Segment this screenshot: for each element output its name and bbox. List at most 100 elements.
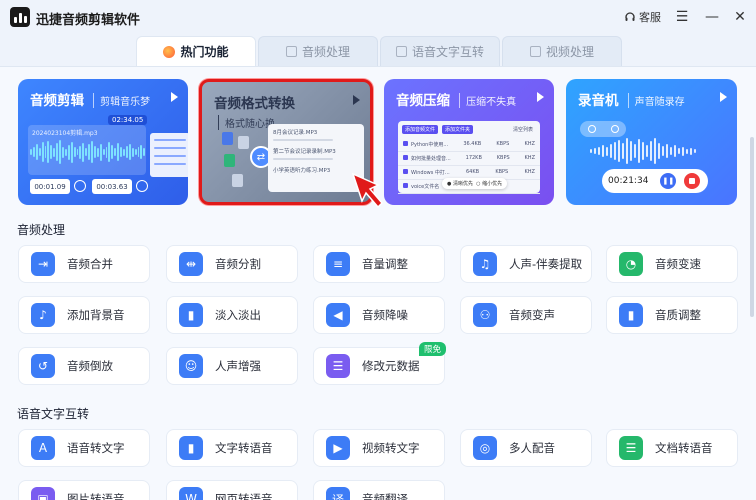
audio-edit-card[interactable]: 音频剪辑 剪辑音乐梦 2024023104剪辑.mp3 02:34.05 00:… [18, 79, 188, 205]
play-arrow-icon [353, 95, 360, 105]
format-convert-card[interactable]: 音频格式转换 格式随心换 ⇄ 8月会议记录.MP3 第二节会议记录录制.MP3 … [199, 79, 373, 205]
tool-label: 淡入淡出 [215, 308, 261, 322]
app-logo-icon [10, 7, 30, 27]
tool-0-5[interactable]: ♪ 添加背景音 [18, 296, 150, 334]
tab-label: 音频处理 [301, 45, 350, 59]
tool-0-10[interactable]: ↺ 音频倒放 [18, 347, 150, 385]
reverse-icon: ↺ [31, 354, 55, 378]
tool-label: 添加背景音 [67, 308, 125, 322]
image-icon: ▣ [31, 487, 55, 500]
tool-label: 音量调整 [362, 257, 408, 271]
tool-1-1[interactable]: ▮ 文字转语音 [166, 429, 298, 467]
tool-label: 修改元数据 [362, 359, 420, 373]
play-arrow-icon [720, 92, 727, 102]
recorder-settings [580, 121, 626, 137]
file-icon [222, 132, 233, 145]
title-bar: 迅捷音频剪辑软件 客服 ☰ — ✕ [0, 0, 756, 34]
list-item: 8月会议记录.MP3 [268, 124, 364, 143]
file-icon [238, 136, 249, 149]
minimize-button[interactable]: — [702, 7, 722, 27]
reset-icon [136, 180, 148, 192]
tool-0-4[interactable]: ◔ 音频变速 [606, 245, 738, 283]
play-circle-icon: ▶ [326, 436, 350, 460]
tab-hot-features[interactable]: 热门功能 [136, 36, 256, 66]
recorder-preview: 00:21:34 ❚❚ [576, 121, 726, 195]
recording-waveform [590, 137, 720, 165]
voice-change-icon: ⚇ [473, 303, 497, 327]
file-icon [232, 174, 243, 187]
tool-0-12[interactable]: ☰ 修改元数据 限免 [313, 342, 446, 385]
section-title-speech-text: 语音文字互转 [17, 407, 90, 421]
tool-1-3[interactable]: ◎ 多人配音 [460, 429, 592, 467]
customer-service-button[interactable]: 客服 [624, 9, 661, 25]
tab-audio-processing[interactable]: 音频处理 [258, 36, 378, 66]
tool-1-4[interactable]: ☰ 文档转语音 [606, 429, 738, 467]
audio-compress-card[interactable]: 音频压缩 压缩不失真 添加音频文件 添加文件夹 清空列表 Python中使用..… [384, 79, 554, 205]
card-title: 音频格式转换 [214, 96, 295, 112]
fade-bars-icon: ▮ [179, 303, 203, 327]
menu-button[interactable]: ☰ [672, 7, 692, 27]
scrollbar[interactable] [750, 137, 754, 317]
tool-label: 音频降噪 [362, 308, 408, 322]
tool-label: 音质调整 [655, 308, 701, 322]
play-arrow-icon [171, 92, 178, 102]
settings-preview [150, 133, 188, 177]
card-subtitle: 格式随心换 [218, 115, 275, 130]
merge-icon: ⇥ [31, 252, 55, 276]
card-title: 音频压缩 [396, 93, 450, 109]
tool-0-6[interactable]: ▮ 淡入淡出 [166, 296, 298, 334]
end-time-box: 00:03.63 [92, 179, 132, 194]
translate-icon: 译 [326, 487, 350, 500]
compress-options: ● 清晰优先 ○ 缩小优先 [442, 178, 508, 189]
recorder-card[interactable]: 录音机 声音随录存 00:21:34 ❚❚ [566, 79, 737, 205]
clear-list-label: 清空列表 [512, 127, 533, 133]
tool-label: 音频分割 [215, 257, 261, 271]
tool-label: 音频翻译 [362, 492, 408, 500]
recorder-controls: 00:21:34 ❚❚ [602, 169, 708, 193]
web-icon: W [179, 487, 203, 500]
waveform [30, 139, 146, 165]
start-time-box: 00:01.09 [30, 179, 70, 194]
tool-label: 音频合并 [67, 257, 113, 271]
metadata-icon: ☰ [326, 354, 350, 378]
stop-icon [684, 173, 701, 189]
tab-speech-text[interactable]: 语音文字互转 [380, 36, 500, 66]
document-lines-icon: ☰ [619, 436, 643, 460]
tool-0-0[interactable]: ⇥ 音频合并 [18, 245, 150, 283]
tool-1-7[interactable]: 译 音频翻译 [313, 480, 445, 500]
play-arrow-icon [537, 92, 544, 102]
tool-1-2[interactable]: ▶ 视频转文字 [313, 429, 445, 467]
tool-0-8[interactable]: ⚇ 音频变声 [460, 296, 592, 334]
video-icon [529, 46, 541, 57]
tool-0-2[interactable]: ≡ 音量调整 [313, 245, 445, 283]
voice-enhance-icon: ☺ [179, 354, 203, 378]
tool-label: 语音转文字 [67, 441, 125, 455]
playhead-time: 02:34.05 [108, 115, 148, 125]
tool-0-11[interactable]: ☺ 人声增强 [166, 347, 298, 385]
tool-0-3[interactable]: ♫ 人声-伴奏提取 [460, 245, 592, 283]
tool-label: 网页转语音 [215, 492, 273, 500]
section-title-audio: 音频处理 [17, 223, 66, 237]
table-row: 如何批量处理音... 172KB KBPS KHZ [398, 152, 540, 166]
music-note-icon: ♪ [31, 303, 55, 327]
pause-icon: ❚❚ [660, 173, 677, 189]
quality-bars-icon: ▮ [619, 303, 643, 327]
add-folder-label: 添加文件夹 [442, 125, 474, 134]
file-icon [224, 154, 235, 167]
tool-0-7[interactable]: ◀ 音频降噪 [313, 296, 445, 334]
tool-0-9[interactable]: ▮ 音质调整 [606, 296, 738, 334]
tab-video-processing[interactable]: 视频处理 [502, 36, 622, 66]
card-subtitle: 声音随录存 [627, 93, 685, 108]
tool-label: 人声-伴奏提取 [509, 257, 583, 271]
tab-label: 热门功能 [180, 45, 229, 59]
tool-1-6[interactable]: W 网页转语音 [166, 480, 298, 500]
tool-0-1[interactable]: ⇹ 音频分割 [166, 245, 298, 283]
pointer-arrow-icon [351, 172, 384, 209]
speed-icon: ◔ [619, 252, 643, 276]
tool-1-5[interactable]: ▣ 图片转语音 [18, 480, 150, 500]
record-time: 00:21:34 [608, 176, 649, 186]
tool-label: 图片转语音 [67, 492, 125, 500]
close-button[interactable]: ✕ [730, 7, 750, 27]
compress-preview: 添加音频文件 添加文件夹 清空列表 Python中使用... 36.4KB KBPS… [398, 121, 540, 194]
tool-1-0[interactable]: A 语音转文字 [18, 429, 150, 467]
